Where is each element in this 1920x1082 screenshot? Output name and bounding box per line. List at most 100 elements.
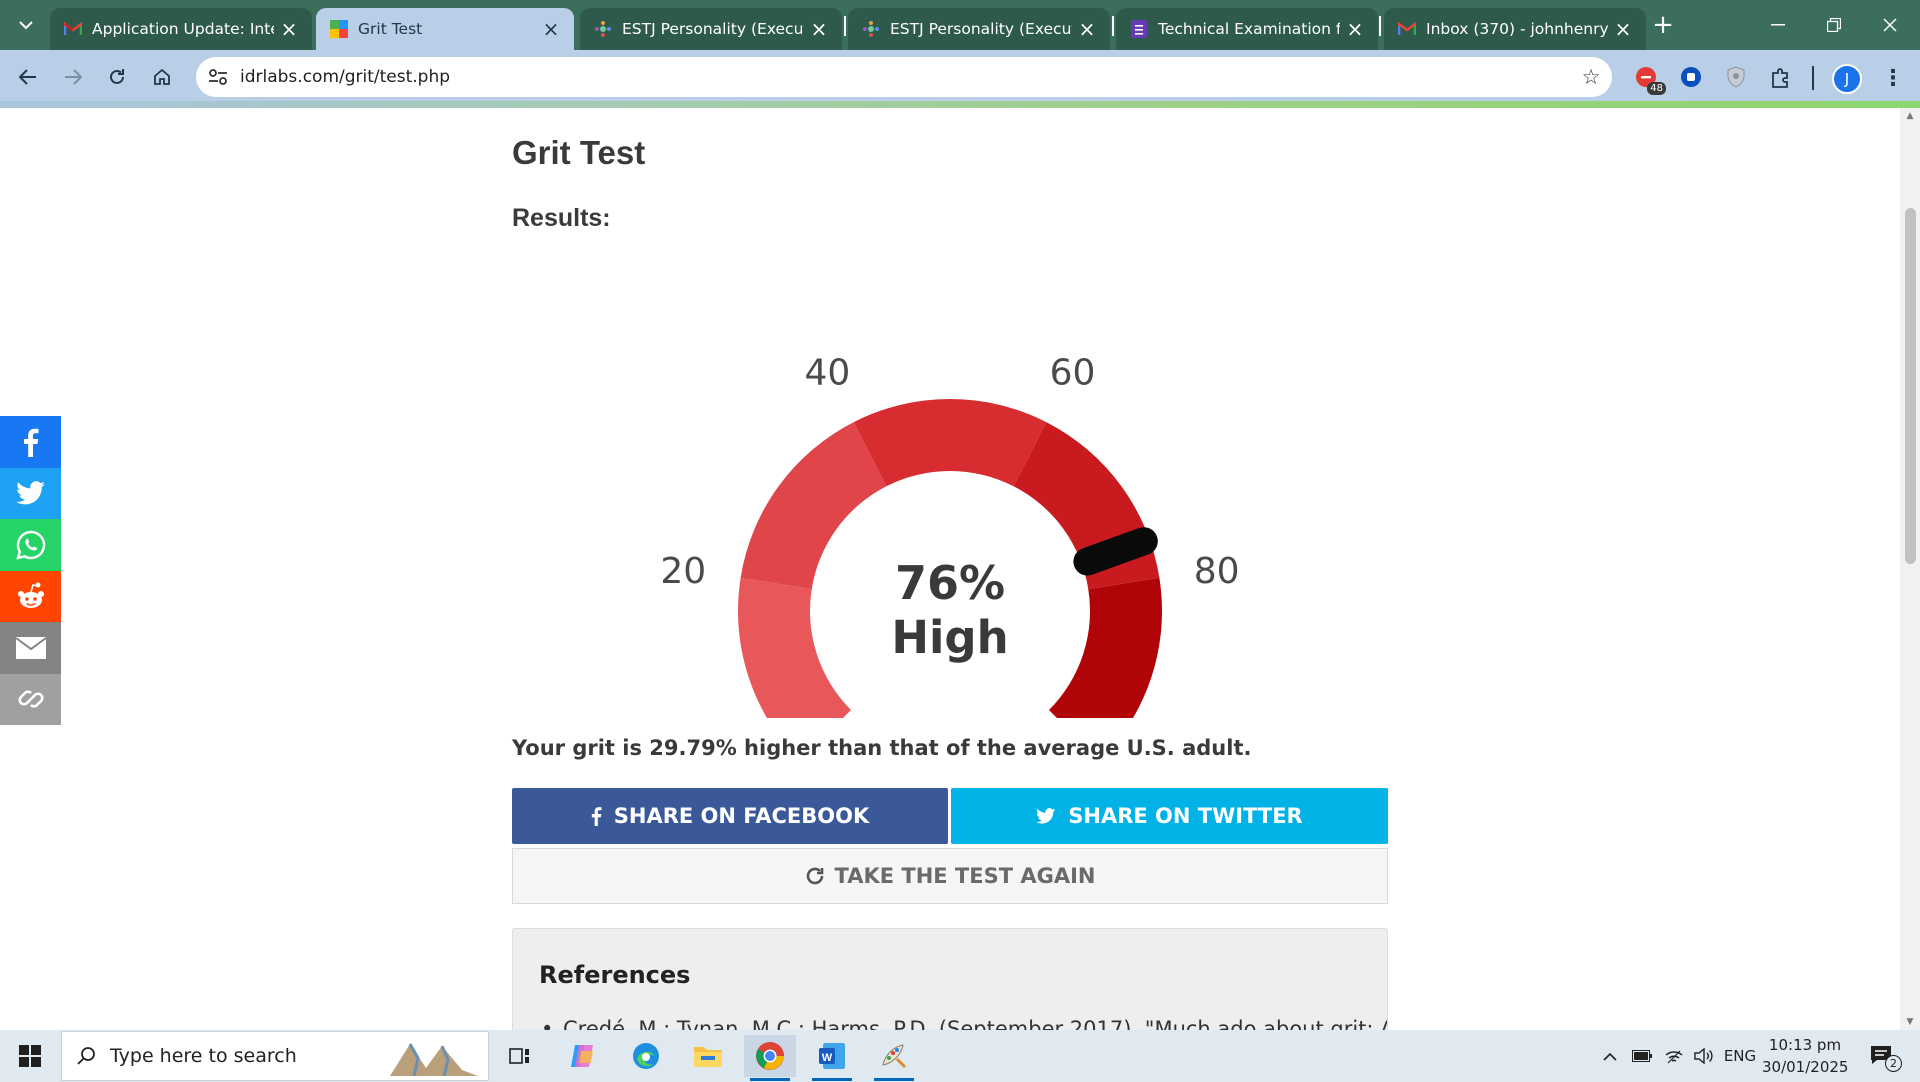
close-tab-icon[interactable]: ×	[1614, 19, 1632, 39]
task-view-icon[interactable]	[494, 1035, 546, 1077]
tab-search-chevron-icon[interactable]	[8, 8, 44, 42]
references-title: References	[539, 961, 691, 989]
profile-avatar[interactable]: J	[1832, 64, 1862, 94]
share-twitter-button[interactable]: SHARE ON TWITTER	[951, 788, 1388, 844]
gmail-icon	[1398, 20, 1416, 38]
tab-application-update[interactable]: Application Update: Intern ×	[50, 8, 312, 50]
back-arrow-icon[interactable]	[12, 61, 44, 93]
idrlabs-icon	[330, 20, 348, 38]
scroll-thumb[interactable]	[1905, 208, 1916, 564]
results-heading: Results:	[512, 204, 611, 232]
tab-title: ESTJ Personality (Executive)	[622, 20, 804, 38]
edge-icon[interactable]	[620, 1035, 672, 1077]
battery-icon[interactable]	[1628, 1030, 1656, 1082]
grit-summary: Your grit is 29.79% higher than that of …	[512, 736, 1252, 760]
facebook-icon	[591, 807, 602, 826]
forward-arrow-icon[interactable]	[57, 61, 89, 93]
notifications-icon[interactable]: 2	[1864, 1038, 1902, 1074]
chrome-icon[interactable]	[744, 1035, 796, 1081]
tab-title: ESTJ Personality (Executive)	[890, 20, 1072, 38]
extension-shield-icon[interactable]	[1722, 63, 1750, 91]
share-facebook-button[interactable]: SHARE ON FACEBOOK	[512, 788, 948, 844]
browser-menu-icon[interactable]: ⋮	[1880, 62, 1906, 94]
extension-badge: 48	[1647, 82, 1666, 95]
personality-icon	[862, 20, 880, 38]
gauge-segment	[853, 399, 1047, 487]
redo-icon	[806, 867, 823, 885]
gauge-tick-label: 40	[805, 352, 851, 393]
copy-link-icon[interactable]	[0, 673, 61, 725]
address-bar[interactable]: idrlabs.com/grit/test.php ☆	[196, 57, 1612, 97]
page-scrollbar[interactable]: ▲ ▼	[1900, 108, 1920, 1030]
url-text[interactable]: idrlabs.com/grit/test.php	[240, 67, 1570, 87]
tab-estj-personality-2[interactable]: ESTJ Personality (Executive) ×	[848, 8, 1110, 50]
gauge-tick-label: 80	[1194, 551, 1240, 592]
tab-inbox[interactable]: Inbox (370) - johnhenrywo ×	[1384, 8, 1646, 50]
taskbar-clock[interactable]: 10:13 pm 30/01/2025	[1762, 1034, 1848, 1078]
personality-icon	[594, 20, 612, 38]
grit-gauge: 020406080100 76% High	[660, 352, 1240, 718]
facebook-share-icon[interactable]	[0, 416, 61, 468]
svg-text:W: W	[822, 1052, 833, 1064]
taskbar-search[interactable]: Type here to search	[61, 1031, 489, 1081]
reddit-share-icon[interactable]	[0, 570, 61, 622]
file-explorer-icon[interactable]	[682, 1035, 734, 1077]
tab-estj-personality-1[interactable]: ESTJ Personality (Executive) ×	[580, 8, 842, 50]
close-window-icon[interactable]	[1862, 0, 1918, 50]
wifi-icon[interactable]	[1660, 1030, 1688, 1082]
browser-toolbar: idrlabs.com/grit/test.php ☆ 48	[0, 50, 1920, 108]
forms-icon	[1130, 20, 1148, 38]
tray-overflow-chevron-icon[interactable]	[1596, 1030, 1624, 1082]
notification-count: 2	[1885, 1055, 1902, 1072]
paint-icon[interactable]	[868, 1035, 920, 1081]
restore-icon[interactable]	[1806, 0, 1862, 50]
reload-icon[interactable]	[101, 61, 133, 93]
tab-title: Grit Test	[358, 20, 423, 38]
extension-blue-icon[interactable]	[1677, 63, 1705, 91]
email-share-icon[interactable]	[0, 622, 61, 674]
scroll-down-icon[interactable]: ▼	[1905, 1017, 1915, 1027]
tab-strip: Application Update: Intern × Grit Test ×…	[0, 0, 1920, 50]
gmail-icon	[64, 20, 82, 38]
clock-date: 30/01/2025	[1762, 1058, 1849, 1076]
twitter-share-icon[interactable]	[0, 467, 61, 519]
close-tab-icon[interactable]: ×	[1078, 19, 1096, 39]
tab-grit-test[interactable]: Grit Test ×	[316, 8, 574, 50]
scroll-up-icon[interactable]: ▲	[1905, 111, 1915, 121]
word-icon[interactable]: W	[806, 1035, 858, 1081]
gauge-tick-label: 60	[1050, 352, 1096, 393]
share-facebook-label: SHARE ON FACEBOOK	[613, 804, 870, 828]
take-test-again-label: TAKE THE TEST AGAIN	[834, 864, 1096, 888]
toolbar-divider	[1812, 66, 1814, 90]
windows-taskbar: Type here to search W ENG 10:13 pm 30/01…	[0, 1030, 1920, 1082]
bookmark-star-icon[interactable]: ☆	[1570, 57, 1612, 97]
gauge-segment	[740, 422, 887, 590]
site-settings-icon[interactable]	[196, 57, 240, 97]
home-icon[interactable]	[146, 61, 178, 93]
minimize-icon[interactable]	[1750, 0, 1806, 50]
windows-start-icon[interactable]	[0, 1030, 60, 1082]
whatsapp-share-icon[interactable]	[0, 519, 61, 571]
clock-time: 10:13 pm	[1768, 1036, 1842, 1054]
copilot-icon[interactable]	[556, 1035, 608, 1077]
tab-title: Application Update: Intern	[92, 20, 274, 38]
close-tab-icon[interactable]: ×	[542, 19, 560, 39]
tab-separator	[1379, 16, 1381, 36]
close-tab-icon[interactable]: ×	[1346, 19, 1364, 39]
close-tab-icon[interactable]: ×	[810, 19, 828, 39]
take-test-again-button[interactable]: TAKE THE TEST AGAIN	[512, 848, 1388, 904]
share-rail	[0, 416, 61, 725]
tab-technical-examination[interactable]: Technical Examination for I ×	[1116, 8, 1378, 50]
gauge-level: High	[891, 611, 1008, 664]
close-tab-icon[interactable]: ×	[280, 19, 298, 39]
search-highlight-image	[386, 1038, 482, 1077]
tab-title: Inbox (370) - johnhenrywo	[1426, 20, 1608, 38]
new-tab-button[interactable]: +	[1646, 9, 1680, 41]
tab-title: Technical Examination for I	[1158, 20, 1340, 38]
volume-icon[interactable]	[1690, 1030, 1718, 1082]
extensions-puzzle-icon[interactable]	[1767, 63, 1795, 91]
language-indicator[interactable]: ENG	[1720, 1030, 1760, 1082]
gauge-value: 76%	[895, 556, 1005, 610]
extension-adblock-icon[interactable]: 48	[1632, 63, 1666, 95]
twitter-icon	[1036, 808, 1056, 824]
